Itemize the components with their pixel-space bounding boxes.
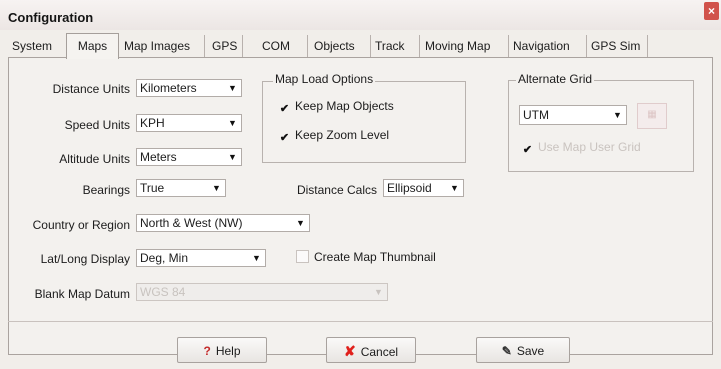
alternate-grid-select[interactable]: UTM ▼ [519, 105, 627, 125]
use-map-user-grid-checkbox[interactable]: ✔ Use Map User Grid [522, 139, 641, 156]
country-region-value: North & West (NW) [140, 216, 243, 230]
bearings-label: Bearings [82, 183, 130, 197]
latlong-display-label: Lat/Long Display [40, 252, 130, 266]
chevron-down-icon: ▼ [252, 253, 261, 263]
cancel-button[interactable]: ✘ Cancel [326, 337, 416, 363]
map-load-options-group [262, 81, 466, 163]
create-thumbnail-label: Create Map Thumbnail [314, 250, 436, 264]
window-title: Configuration [8, 10, 94, 25]
blank-map-datum-label: Blank Map Datum [34, 287, 130, 301]
bearings-select[interactable]: True ▼ [136, 179, 226, 197]
keep-map-objects-checkbox[interactable]: ✔ Keep Map Objects [279, 98, 394, 115]
altitude-units-select[interactable]: Meters ▼ [136, 148, 242, 166]
altitude-units-value: Meters [140, 150, 177, 164]
cancel-icon: ✘ [343, 343, 356, 359]
help-button-label: Help [215, 344, 241, 358]
tab-objects[interactable]: Objects [314, 35, 371, 57]
tab-track[interactable]: Track [375, 35, 420, 57]
map-load-options-title: Map Load Options [273, 72, 376, 86]
speed-units-label: Speed Units [64, 118, 130, 132]
keep-zoom-level-label: Keep Zoom Level [295, 128, 390, 142]
distance-calcs-select[interactable]: Ellipsoid ▼ [383, 179, 464, 197]
tab-gps-sim[interactable]: GPS Sim [591, 35, 648, 57]
close-button[interactable]: × [704, 2, 719, 20]
alternate-grid-title: Alternate Grid [516, 72, 595, 86]
save-icon: ✎ [501, 344, 512, 358]
checkmark-icon: ✔ [279, 132, 290, 144]
altitude-units-label: Altitude Units [59, 152, 130, 166]
chevron-down-icon: ▼ [212, 183, 221, 193]
tab-gps[interactable]: GPS [212, 35, 243, 57]
latlong-display-value: Deg, Min [140, 251, 189, 265]
help-button[interactable]: ? Help [177, 337, 267, 363]
chevron-down-icon: ▼ [450, 183, 459, 193]
tab-moving-map[interactable]: Moving Map [425, 35, 509, 57]
tab-maps[interactable]: Maps [66, 33, 119, 59]
use-map-user-grid-label: Use Map User Grid [538, 140, 641, 154]
latlong-display-select[interactable]: Deg, Min ▼ [136, 249, 266, 267]
save-button-label: Save [516, 344, 545, 358]
grid-settings-icon: ▦ [647, 109, 657, 120]
distance-calcs-value: Ellipsoid [387, 181, 432, 195]
chevron-down-icon: ▼ [228, 83, 237, 93]
distance-units-value: Kilometers [140, 81, 197, 95]
checkmark-icon: ✔ [279, 103, 290, 115]
keep-zoom-level-checkbox[interactable]: ✔ Keep Zoom Level [279, 127, 390, 144]
tab-navigation[interactable]: Navigation [513, 35, 587, 57]
alternate-grid-value: UTM [523, 108, 549, 122]
distance-units-select[interactable]: Kilometers ▼ [136, 79, 242, 97]
speed-units-select[interactable]: KPH ▼ [136, 114, 242, 132]
create-thumbnail-checkbox[interactable]: Create Map Thumbnail [296, 249, 436, 265]
speed-units-value: KPH [140, 116, 165, 130]
keep-map-objects-label: Keep Map Objects [295, 99, 394, 113]
chevron-down-icon: ▼ [228, 152, 237, 162]
grid-settings-button[interactable]: ▦ [637, 103, 667, 129]
blank-map-datum-select[interactable]: WGS 84 ▼ [136, 283, 388, 301]
country-region-select[interactable]: North & West (NW) ▼ [136, 214, 310, 232]
separator [8, 321, 713, 322]
cancel-button-label: Cancel [360, 345, 399, 359]
chevron-down-icon: ▼ [613, 110, 622, 120]
distance-calcs-label: Distance Calcs [296, 183, 377, 197]
chevron-down-icon: ▼ [228, 118, 237, 128]
tab-com[interactable]: COM [262, 35, 308, 57]
distance-units-label: Distance Units [52, 82, 130, 96]
chevron-down-icon: ▼ [296, 218, 305, 228]
bearings-value: True [140, 181, 165, 195]
checkmark-icon: ✔ [522, 144, 533, 156]
title-bar: Configuration × [0, 0, 721, 30]
save-button[interactable]: ✎ Save [476, 337, 570, 363]
blank-map-datum-value: WGS 84 [140, 285, 186, 299]
help-icon: ? [203, 344, 211, 358]
checkbox-empty-icon [296, 250, 309, 263]
country-region-label: Country or Region [32, 218, 130, 232]
tab-bar: System Maps Map Images GPS COM Objects T… [8, 33, 708, 59]
tab-map-images[interactable]: Map Images [124, 35, 205, 57]
tab-system[interactable]: System [12, 35, 67, 57]
chevron-down-icon: ▼ [374, 287, 383, 297]
